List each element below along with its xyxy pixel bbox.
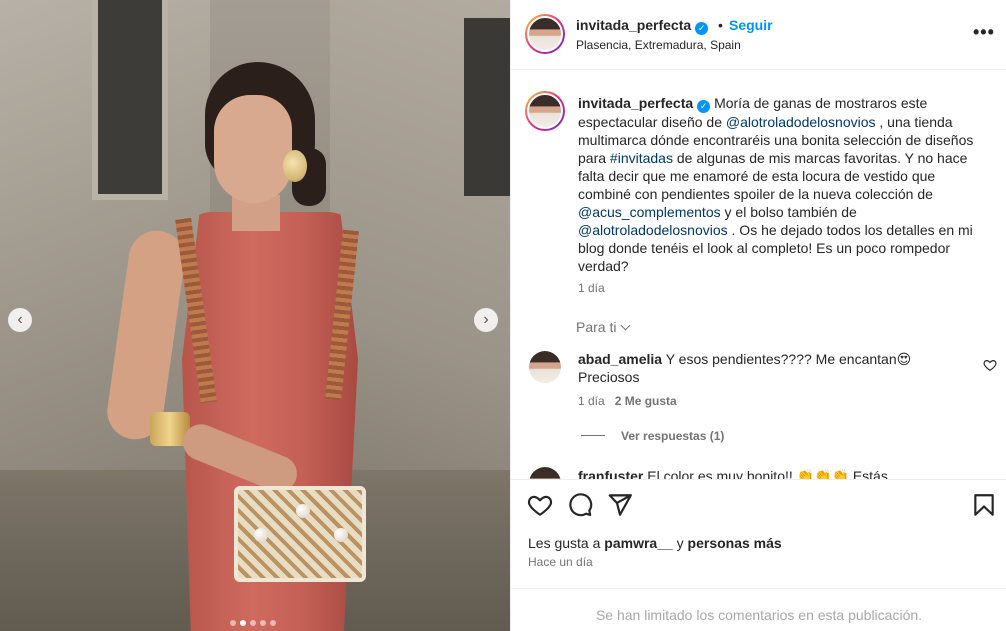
background-window [92, 0, 168, 200]
author-avatar[interactable] [525, 14, 565, 54]
comment-body: El color es muy bonito!! 👏👏👏 Estás [643, 468, 888, 479]
chevron-down-icon [621, 320, 631, 331]
clutch-pearl [334, 528, 348, 542]
separator-dot: • [718, 17, 723, 33]
post-location[interactable]: Plasencia, Extremadura, Spain [576, 38, 741, 52]
caption-timestamp[interactable]: 1 día [578, 281, 605, 295]
like-heart-icon[interactable] [527, 492, 553, 518]
comment-likes-count[interactable]: 2 Me gusta [615, 394, 677, 408]
save-bookmark-icon[interactable] [971, 492, 997, 518]
likes-prefix: Les gusta a [528, 535, 605, 551]
clutch-pearl [296, 504, 310, 518]
caption-username[interactable]: invitada_perfecta [578, 95, 693, 111]
caption-mention[interactable]: @alotroladodelosnovios [578, 222, 728, 238]
comment-like-icon[interactable] [983, 358, 997, 372]
likes-conj: y [672, 535, 688, 551]
post-timestamp[interactable]: Hace un día [528, 555, 593, 569]
post-actions: Les gusta a pamwra__ y personas más Hace… [511, 479, 1006, 589]
comment-bubble-icon[interactable] [567, 492, 593, 518]
background-window [464, 18, 510, 196]
comments-filter-label: Para ti [576, 319, 617, 335]
comments-limited-notice: Se han limitado los comentarios en esta … [511, 588, 1006, 631]
carousel-dot [270, 620, 276, 626]
carousel-prev-button[interactable]: ‹ [8, 308, 32, 332]
caption-hashtag[interactable]: #invitadas [610, 150, 673, 166]
instagram-post-view: ‹ › invitada_perfecta ✓ • Seguir Plasenci… [0, 0, 1006, 631]
author-username-text[interactable]: invitada_perfecta [576, 17, 691, 33]
caption-text: y el bolso también de [720, 204, 857, 220]
comments-scroll-area[interactable]: invitada_perfecta ✓ Moría de ganas de mos… [511, 71, 1006, 479]
share-paper-plane-icon[interactable] [607, 492, 633, 518]
post-header: invitada_perfecta ✓ • Seguir Plasencia, E… [511, 0, 1006, 70]
follow-button[interactable]: Seguir [729, 17, 773, 33]
likes-others[interactable]: personas más [688, 535, 782, 551]
likes-summary: Les gusta a pamwra__ y personas más [528, 535, 782, 551]
likes-user[interactable]: pamwra__ [604, 535, 672, 551]
carousel-next-button[interactable]: › [474, 308, 498, 332]
comment-text: abad_amelia Y esos pendientes???? Me enc… [578, 350, 928, 386]
comments-filter-dropdown[interactable]: Para ti [576, 319, 631, 335]
caption-mention[interactable]: @acus_complementos [578, 204, 721, 220]
comment-timestamp[interactable]: 1 día [578, 394, 605, 408]
carousel-dot [260, 620, 266, 626]
figure-earring [283, 150, 307, 182]
commenter-avatar[interactable] [529, 351, 561, 383]
commenter-username[interactable]: franfuster [578, 468, 643, 479]
verified-badge-icon: ✓ [697, 100, 711, 113]
comment-meta: 1 día 2 Me gusta [578, 394, 677, 408]
more-options-icon[interactable]: ••• [973, 22, 995, 43]
figure-face [214, 95, 292, 203]
author-username[interactable]: invitada_perfecta ✓ [576, 17, 709, 35]
carousel-dot [250, 620, 256, 626]
comment-text: franfuster El color es muy bonito!! 👏👏👏 … [578, 467, 958, 479]
post-caption: invitada_perfecta ✓ Moría de ganas de mos… [578, 94, 990, 275]
clutch-pearl [254, 528, 268, 542]
commenter-avatar[interactable] [529, 467, 561, 479]
commenter-username[interactable]: abad_amelia [578, 351, 662, 367]
post-sidebar: invitada_perfecta ✓ • Seguir Plasencia, E… [510, 0, 1006, 631]
view-replies-label: Ver respuestas (1) [621, 429, 725, 443]
verified-badge-icon: ✓ [695, 22, 709, 35]
post-photo[interactable]: ‹ › [0, 0, 510, 631]
figure-clutch [234, 486, 366, 582]
view-replies-button[interactable]: Ver respuestas (1) [581, 429, 724, 443]
carousel-dot [230, 620, 236, 626]
caption-mention[interactable]: @alotroladodelosnovios [726, 114, 876, 130]
replies-line [581, 435, 605, 436]
carousel-dot [240, 620, 246, 626]
carousel-dots [230, 620, 276, 626]
caption-avatar[interactable] [525, 91, 565, 131]
